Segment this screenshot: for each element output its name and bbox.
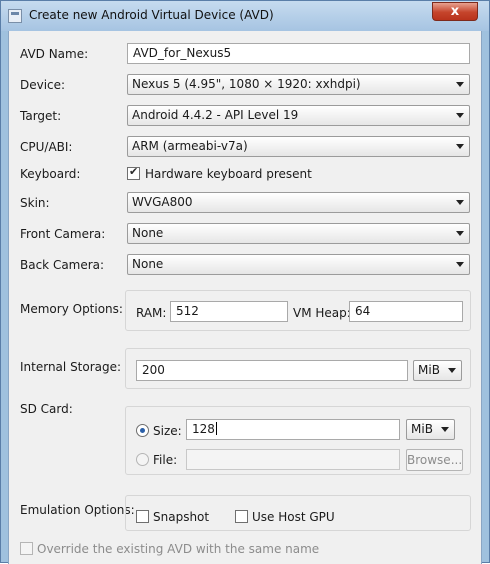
hardware-keyboard-label: Hardware keyboard present: [145, 167, 312, 181]
skin-value: WVGA800: [132, 195, 193, 209]
emulation-options-group: Snapshot Use Host GPU: [125, 495, 471, 531]
dialog-window: Create new Android Virtual Device (AVD) …: [0, 0, 490, 564]
close-button[interactable]: x: [432, 2, 478, 21]
chevron-down-icon: [456, 262, 464, 267]
sd-card-label: SD Card:: [20, 402, 73, 416]
chevron-down-icon: [448, 368, 456, 373]
target-dropdown[interactable]: Android 4.4.2 - API Level 19: [127, 105, 470, 126]
override-label: Override the existing AVD with the same …: [37, 542, 320, 556]
use-host-gpu-label: Use Host GPU: [252, 510, 335, 524]
snapshot-checkbox[interactable]: [136, 510, 149, 523]
browse-button[interactable]: Browse...: [406, 449, 463, 471]
snapshot-label: Snapshot: [153, 510, 210, 524]
sd-size-value: 128: [192, 422, 215, 436]
sd-size-input[interactable]: 128: [186, 419, 400, 440]
ram-input[interactable]: 512: [170, 301, 288, 322]
chevron-down-icon: [456, 144, 464, 149]
sd-file-input[interactable]: [186, 449, 400, 470]
cpu-abi-value: ARM (armeabi-v7a): [132, 139, 248, 153]
back-camera-value: None: [132, 257, 164, 271]
skin-dropdown[interactable]: WVGA800: [127, 192, 470, 213]
override-checkbox[interactable]: [20, 542, 33, 555]
internal-storage-unit-value: MiB: [418, 363, 440, 377]
chevron-down-icon: [456, 113, 464, 118]
internal-storage-unit-dropdown[interactable]: MiB: [413, 360, 462, 381]
text-caret: [215, 422, 217, 435]
front-camera-value: None: [132, 226, 164, 240]
device-label: Device:: [20, 78, 66, 92]
back-camera-label: Back Camera:: [20, 258, 105, 272]
use-host-gpu-checkbox[interactable]: [235, 510, 248, 523]
avd-name-input[interactable]: AVD_for_Nexus5: [127, 43, 470, 64]
sd-file-label: File:: [153, 453, 178, 467]
memory-options-label: Memory Options:: [20, 302, 123, 316]
sd-size-unit-dropdown[interactable]: MiB: [406, 419, 455, 440]
sd-card-group: Size: 128 MiB File: Browse...: [125, 406, 471, 475]
chevron-down-icon: [441, 427, 449, 432]
memory-options-group: RAM: 512 VM Heap: 64: [125, 290, 471, 331]
internal-storage-input[interactable]: 200: [136, 360, 408, 381]
device-dropdown[interactable]: Nexus 5 (4.95", 1080 × 1920: xxhdpi): [127, 74, 470, 95]
ram-label: RAM:: [136, 306, 167, 320]
vm-heap-input[interactable]: 64: [349, 301, 463, 322]
emulation-options-label: Emulation Options:: [20, 503, 135, 517]
chevron-down-icon: [456, 82, 464, 87]
avd-name-label: AVD Name:: [20, 47, 89, 61]
chevron-down-icon: [456, 231, 464, 236]
cpu-abi-label: CPU/ABI:: [20, 140, 73, 154]
internal-storage-group: 200 MiB: [125, 348, 471, 389]
back-camera-dropdown[interactable]: None: [127, 254, 470, 275]
chevron-down-icon: [456, 200, 464, 205]
window-icon: [8, 9, 22, 23]
sd-file-radio[interactable]: [136, 453, 149, 466]
front-camera-dropdown[interactable]: None: [127, 223, 470, 244]
front-camera-label: Front Camera:: [20, 227, 106, 241]
internal-storage-label: Internal Storage:: [20, 360, 122, 374]
device-value: Nexus 5 (4.95", 1080 × 1920: xxhdpi): [132, 77, 361, 91]
skin-label: Skin:: [20, 196, 50, 210]
sd-size-radio[interactable]: [136, 424, 149, 437]
cpu-abi-dropdown[interactable]: ARM (armeabi-v7a): [127, 136, 470, 157]
sd-size-label: Size:: [153, 424, 182, 438]
sd-size-unit-value: MiB: [411, 422, 433, 436]
target-value: Android 4.4.2 - API Level 19: [132, 108, 299, 122]
title-bar[interactable]: Create new Android Virtual Device (AVD) …: [1, 1, 489, 31]
window-title: Create new Android Virtual Device (AVD): [29, 8, 274, 22]
hardware-keyboard-checkbox[interactable]: [127, 165, 140, 180]
vm-heap-label: VM Heap:: [293, 306, 351, 320]
dialog-content: AVD Name: AVD_for_Nexus5 Device: Nexus 5…: [8, 31, 482, 564]
keyboard-label: Keyboard:: [20, 167, 81, 181]
target-label: Target:: [20, 109, 62, 123]
